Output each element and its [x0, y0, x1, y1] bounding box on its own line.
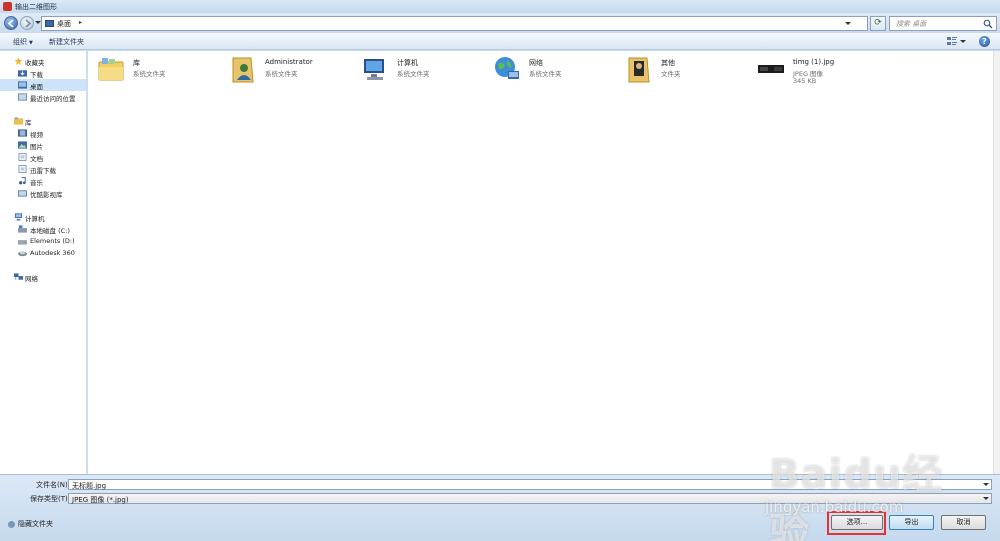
computer-icon [364, 59, 384, 80]
youku-library-icon [18, 190, 27, 197]
filename-dropdown-icon[interactable] [983, 483, 989, 486]
xunlei-download-icon [18, 165, 27, 173]
back-button[interactable] [4, 16, 18, 30]
search-input[interactable]: 搜索 桌面 [889, 16, 997, 31]
library-icon [98, 58, 124, 81]
network-icon [14, 273, 23, 280]
filetype-value: JPEG 图像 (*.jpg) [72, 496, 129, 504]
refresh-button[interactable]: ⟳ [870, 16, 886, 31]
computer-icon [14, 213, 23, 221]
folder-icon [628, 57, 650, 83]
image-thumbnail-icon [758, 65, 784, 73]
back-arrow-icon [7, 19, 14, 28]
help-icon[interactable]: ? [979, 36, 990, 47]
address-dropdown-icon[interactable] [845, 22, 851, 25]
filename-input[interactable]: 无标题.jpg [68, 479, 992, 490]
search-placeholder: 搜索 桌面 [896, 20, 927, 28]
filetype-dropdown-icon[interactable] [983, 497, 989, 500]
sidebar-item-youku-library[interactable]: 优酷影视库 [0, 187, 86, 199]
breadcrumb-chevron-icon[interactable]: ▸ [79, 19, 82, 26]
export-button[interactable]: 导出 [889, 515, 934, 530]
address-bar[interactable]: 桌面 ▸ [41, 16, 868, 31]
file-item-network[interactable]: 网络 系统文件夹 [493, 55, 623, 85]
refresh-icon: ⟳ [874, 18, 882, 28]
change-view-icon[interactable] [947, 37, 957, 45]
pictures-library-icon [18, 141, 27, 149]
title-bar: 输出二维图形 [0, 0, 1000, 13]
desktop-icon [18, 81, 27, 89]
drive-icon [18, 240, 27, 245]
user-folder-icon [232, 57, 254, 83]
file-item-computer[interactable]: 计算机 系统文件夹 [361, 55, 491, 85]
filename-label: 文件名(N): [36, 481, 71, 489]
sidebar-item-music[interactable]: 音乐 [0, 175, 86, 187]
navigation-bar: 桌面 ▸ ⟳ 搜索 桌面 [0, 13, 1000, 33]
sidebar-item-libraries[interactable]: 库 [0, 115, 86, 127]
network-globe-icon [495, 57, 519, 79]
cloud-drive-icon [18, 251, 27, 257]
filename-value: 无标题.jpg [72, 482, 107, 490]
sidebar-item-xunlei-downloads[interactable]: 迅雷下载 [0, 163, 86, 175]
app-icon [3, 2, 12, 11]
sidebar-item-pictures[interactable]: 图片 [0, 139, 86, 151]
organize-button[interactable]: 组织 ▼ [13, 37, 33, 47]
file-item-administrator[interactable]: Administrator 系统文件夹 [229, 55, 359, 85]
music-note-icon [19, 177, 26, 185]
sidebar-item-network[interactable]: 网络 [0, 271, 86, 283]
desktop-folder-icon [45, 20, 54, 27]
sidebar-item-desktop[interactable]: 桌面 [0, 79, 86, 91]
sidebar-item-recent-places[interactable]: 最近访问的位置 [0, 91, 86, 103]
command-toolbar: 组织 ▼ 新建文件夹 ? [0, 33, 1000, 50]
file-item-timg-jpg[interactable]: timg (1).jpg JPEG 图像 345 KB [757, 55, 887, 85]
forward-button[interactable] [20, 16, 34, 30]
vertical-scrollbar[interactable] [993, 51, 1000, 474]
recent-places-icon [18, 93, 27, 101]
filetype-select[interactable]: JPEG 图像 (*.jpg) [68, 493, 992, 504]
system-drive-icon [18, 225, 27, 233]
search-icon[interactable] [983, 19, 993, 29]
sidebar-item-videos[interactable]: 视频 [0, 127, 86, 139]
sidebar-item-elements-d[interactable]: Elements (D:) [0, 235, 86, 247]
library-icon [14, 117, 23, 125]
sidebar-item-autodesk-360[interactable]: Autodesk 360 [0, 247, 86, 259]
sidebar-item-downloads[interactable]: 下载 [0, 67, 86, 79]
view-options-dropdown[interactable] [960, 40, 966, 43]
file-item-library[interactable]: 库 系统文件夹 [97, 55, 227, 85]
star-icon [14, 57, 23, 65]
hide-folders-toggle[interactable]: 隐藏文件夹 [8, 519, 53, 529]
new-folder-button[interactable]: 新建文件夹 [49, 37, 84, 47]
navigation-pane: 收藏夹 下载 桌面 最近访问的位置 库 视频 图片 文档 迅雷下载 音乐 优酷影… [0, 51, 87, 474]
sidebar-item-documents[interactable]: 文档 [0, 151, 86, 163]
highlight-box [827, 511, 886, 535]
window-title: 输出二维图形 [15, 3, 57, 11]
forward-arrow-icon [25, 19, 32, 28]
download-folder-icon [18, 70, 27, 77]
sidebar-item-favorites[interactable]: 收藏夹 [0, 55, 86, 67]
chevron-up-icon [8, 520, 15, 528]
filetype-label: 保存类型(T): [30, 495, 71, 503]
file-list-area[interactable]: 库 系统文件夹 Administrator 系统文件夹 计算机 系统文件夹 网络… [88, 51, 1000, 474]
documents-library-icon [18, 153, 27, 161]
cancel-button[interactable]: 取消 [941, 515, 986, 530]
breadcrumb-desktop[interactable]: 桌面 [57, 19, 71, 29]
file-item-other[interactable]: 其他 文件夹 [625, 55, 755, 85]
sidebar-item-computer[interactable]: 计算机 [0, 211, 86, 223]
video-library-icon [18, 129, 27, 137]
sidebar-item-local-disk-c[interactable]: 本地磁盘 (C:) [0, 223, 86, 235]
